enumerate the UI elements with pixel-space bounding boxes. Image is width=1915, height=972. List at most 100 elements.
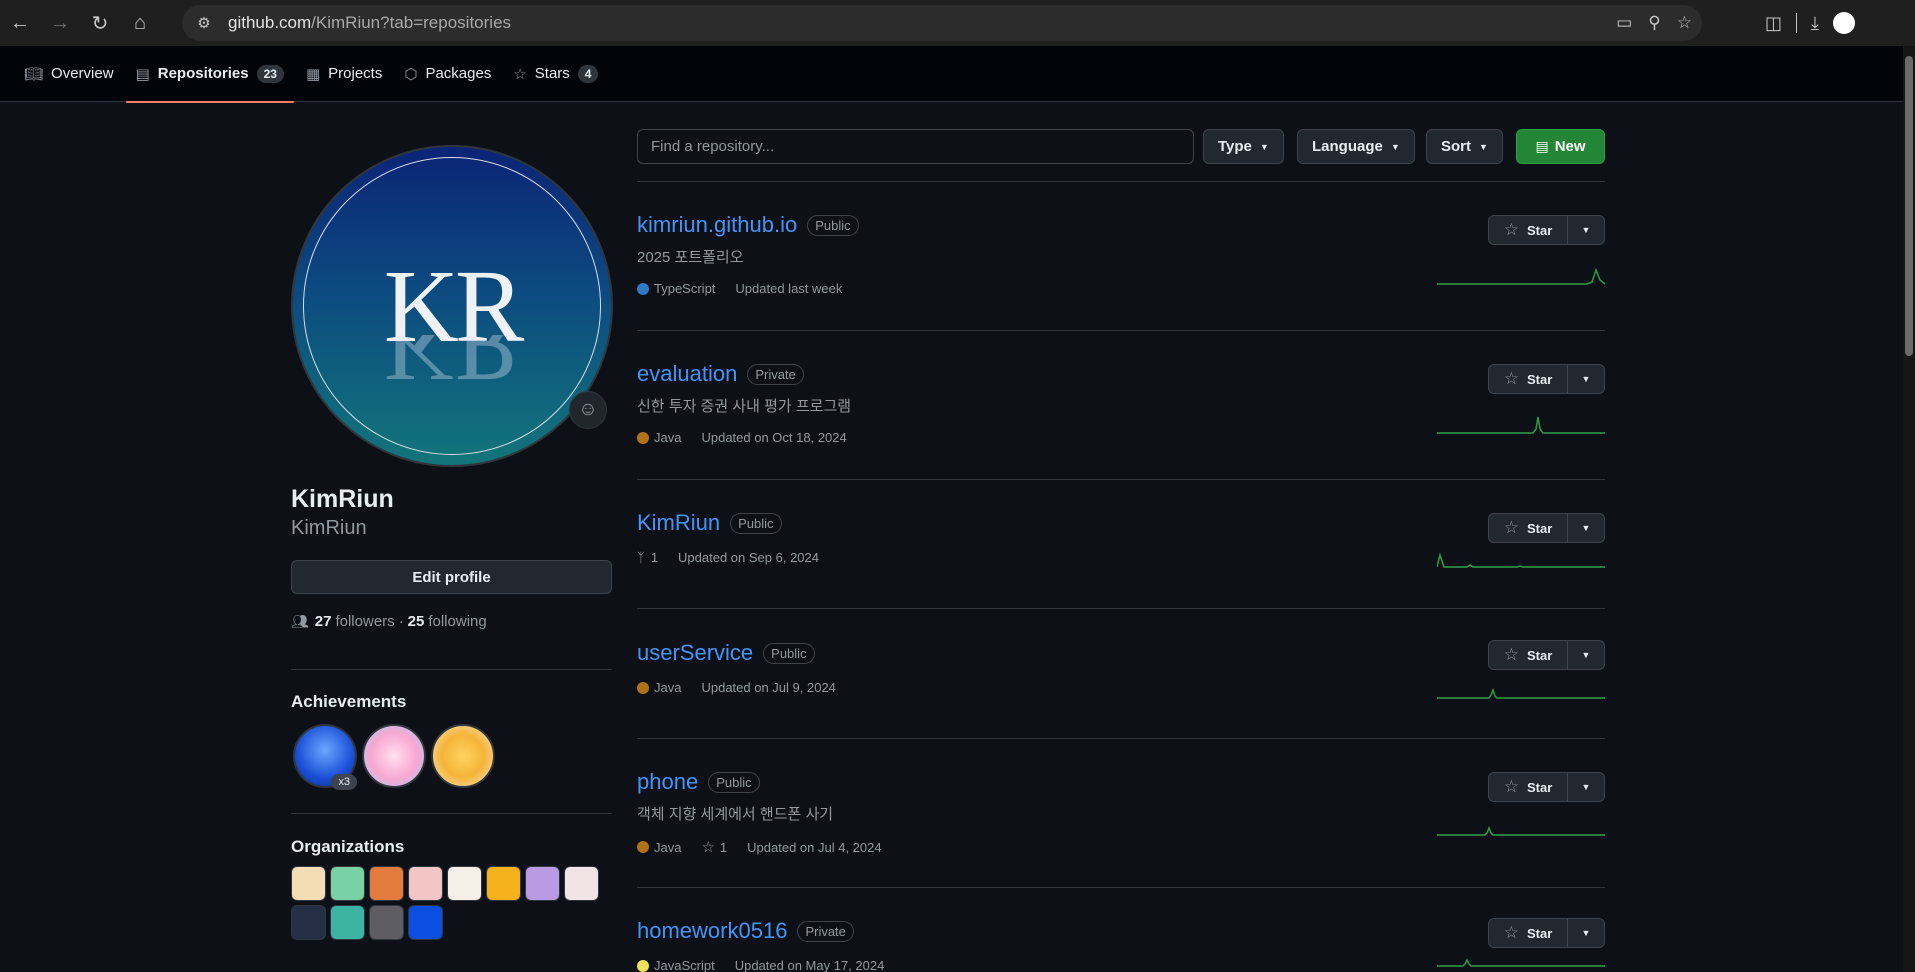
profile-avatar-icon[interactable] (1833, 12, 1855, 34)
repo-forks[interactable]: 1 (651, 550, 658, 565)
star-list-dropdown[interactable]: ▼ (1568, 640, 1605, 670)
org-avatar-icon[interactable] (330, 905, 365, 940)
list-item: phone Public 객체 지향 세계에서 핸드폰 사기 Java ☆ 1 U… (637, 769, 1605, 879)
repo-name-link[interactable]: phone (637, 769, 698, 795)
url-text[interactable]: github.com/KimRiun?tab=repositories (228, 13, 511, 33)
scrollbar-thumb[interactable] (1905, 56, 1913, 356)
download-icon[interactable]: ⤓ (1811, 13, 1819, 34)
following-link[interactable]: 25 following (408, 613, 487, 630)
extensions-icon[interactable]: ◫ (1765, 13, 1782, 34)
language-color-dot (637, 431, 649, 444)
address-bar[interactable]: ⚙ github.com/KimRiun?tab=repositories ▭ … (182, 5, 1702, 41)
tab-packages[interactable]: ⬡ Packages (394, 46, 501, 102)
sidebar-divider (291, 669, 612, 670)
visibility-label: Public (708, 771, 760, 793)
star-button[interactable]: ☆ Star (1488, 364, 1568, 394)
tab-label: Overview (51, 65, 114, 82)
repo-language: Java (654, 680, 682, 695)
edit-profile-button[interactable]: Edit profile (291, 560, 612, 594)
org-avatar-icon[interactable] (369, 905, 404, 940)
tab-stars[interactable]: ☆ Stars 4 (503, 46, 608, 102)
activity-sparkline (1437, 825, 1605, 836)
site-info-icon[interactable]: ⚙ (186, 5, 222, 41)
profile-avatar[interactable]: KR KR (291, 145, 613, 467)
profile-display-name: KimRiun (291, 485, 394, 513)
star-button[interactable]: ☆ Star (1488, 918, 1568, 948)
page-scrollbar[interactable] (1903, 46, 1915, 972)
visibility-label: Public (807, 214, 859, 236)
star-list-dropdown[interactable]: ▼ (1568, 513, 1605, 543)
repo-name-link[interactable]: userService (637, 640, 753, 666)
star-button[interactable]: ☆ Star (1488, 215, 1568, 245)
new-repository-button[interactable]: ▤ New (1516, 129, 1605, 164)
achievement-pair-extraordinaire-icon[interactable] (431, 724, 495, 788)
stars-counter: 4 (577, 64, 599, 83)
org-avatar-icon[interactable] (447, 866, 482, 901)
activity-sparkline (1437, 416, 1605, 434)
org-avatar-icon[interactable] (408, 905, 443, 940)
repo-name-link[interactable]: KimRiun (637, 510, 720, 536)
tab-overview[interactable]: 📖︎ Overview (14, 46, 124, 102)
achievement-shark-icon[interactable]: x3 (293, 724, 357, 790)
org-avatar-icon[interactable] (369, 866, 404, 901)
org-avatar-icon[interactable] (564, 866, 599, 901)
star-list-dropdown[interactable]: ▼ (1568, 364, 1605, 394)
repositories-counter: 23 (256, 64, 284, 83)
list-divider (637, 608, 1605, 609)
star-icon: ☆ (701, 839, 715, 856)
back-arrow-icon[interactable]: ← (0, 3, 40, 43)
star-button[interactable]: ☆ Star (1488, 513, 1568, 543)
language-color-dot (637, 681, 649, 694)
list-item: evaluation Private 신한 투자 증권 사내 평가 프로그램 J… (637, 361, 1605, 471)
star-button[interactable]: ☆ Star (1488, 772, 1568, 802)
repo-updated: Updated on Oct 18, 2024 (701, 430, 847, 445)
zoom-icon[interactable]: ⚲ (1648, 13, 1660, 33)
sidebar-divider (291, 813, 612, 814)
org-avatar-icon[interactable] (486, 866, 521, 901)
avatar-monogram-reflection: KR (383, 335, 521, 403)
org-avatar-icon[interactable] (291, 866, 326, 901)
type-filter-button[interactable]: Type ▼ (1203, 129, 1284, 164)
activity-sparkline (1437, 552, 1605, 568)
install-app-icon[interactable]: ▭ (1616, 13, 1632, 33)
repo-name-link[interactable]: kimriun.github.io (637, 212, 797, 238)
star-list-dropdown[interactable]: ▼ (1568, 215, 1605, 245)
profile-username: KimRiun (291, 517, 367, 539)
star-icon: ☆ (1503, 518, 1519, 537)
visibility-label: Private (797, 920, 854, 942)
tab-projects[interactable]: ▦ Projects (296, 46, 392, 102)
star-list-dropdown[interactable]: ▼ (1568, 772, 1605, 802)
repo-stars[interactable]: 1 (720, 840, 727, 855)
tab-repositories[interactable]: ▤ Repositories 23 (125, 46, 295, 103)
org-avatar-icon[interactable] (525, 866, 560, 901)
repo-name-link[interactable]: evaluation (637, 361, 737, 387)
achievement-yolo-icon[interactable] (362, 724, 426, 788)
star-icon: ☆ (1503, 777, 1519, 796)
star-icon: ☆ (1503, 220, 1519, 239)
home-icon[interactable]: ⌂ (120, 3, 160, 43)
find-repository-input[interactable] (637, 129, 1194, 164)
star-button[interactable]: ☆ Star (1488, 640, 1568, 670)
visibility-label: Public (730, 512, 782, 534)
repo-updated: Updated last week (735, 281, 843, 296)
tab-label: Stars (534, 65, 570, 82)
caret-down-icon: ▼ (1390, 141, 1400, 152)
list-divider (637, 738, 1605, 739)
toolbar-separator (1796, 13, 1798, 33)
repo-name-link[interactable]: homework0516 (637, 918, 787, 944)
sort-filter-button[interactable]: Sort ▼ (1426, 129, 1503, 164)
reload-icon[interactable]: ↻ (80, 3, 120, 43)
language-filter-button[interactable]: Language ▼ (1297, 129, 1415, 164)
followers-link[interactable]: 27 followers (315, 613, 395, 630)
visibility-label: Private (747, 363, 804, 385)
org-avatar-icon[interactable] (291, 905, 326, 940)
star-list-dropdown[interactable]: ▼ (1568, 918, 1605, 948)
forward-arrow-icon[interactable]: → (40, 3, 80, 43)
org-avatar-icon[interactable] (408, 866, 443, 901)
set-status-smiley-icon[interactable]: ☺ (569, 391, 607, 429)
bookmark-star-icon[interactable]: ☆ (1677, 13, 1692, 33)
list-item: KimRiun Public ᛉ1 Updated on Sep 6, 2024… (637, 510, 1605, 600)
org-avatar-icon[interactable] (330, 866, 365, 901)
caret-down-icon: ▼ (1479, 141, 1488, 152)
tab-label: Projects (328, 65, 383, 82)
